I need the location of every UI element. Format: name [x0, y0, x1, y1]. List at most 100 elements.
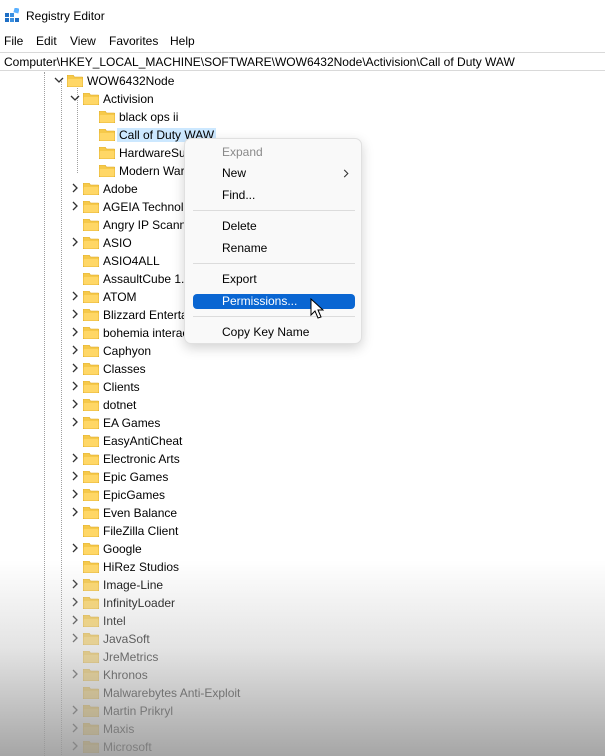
- folder-icon: [83, 687, 99, 699]
- address-bar[interactable]: Computer\HKEY_LOCAL_MACHINE\SOFTWARE\WOW…: [0, 52, 605, 71]
- context-menu-separator: [193, 210, 355, 211]
- tree-node[interactable]: Even Balance: [70, 504, 605, 522]
- registry-editor-icon: [5, 8, 19, 22]
- tree-node[interactable]: black ops ii: [86, 108, 605, 126]
- chevron-right-icon[interactable]: [70, 489, 80, 499]
- tree-node[interactable]: dotnet: [70, 396, 605, 414]
- tree-node[interactable]: HiRez Studios: [70, 558, 605, 576]
- tree-node-label: Even Balance: [103, 506, 178, 520]
- chevron-right-icon[interactable]: [70, 615, 80, 625]
- tree-node-label: AssaultCube 1.3: [103, 272, 192, 286]
- ctx-permissions-item[interactable]: Permissions...: [193, 294, 355, 309]
- ctx-export-item[interactable]: Export: [193, 272, 355, 287]
- chevron-right-icon[interactable]: [70, 723, 80, 733]
- folder-icon: [83, 381, 99, 393]
- tree-node[interactable]: InfinityLoader: [70, 594, 605, 612]
- menu-edit[interactable]: Edit: [36, 34, 57, 48]
- chevron-right-icon[interactable]: [70, 633, 80, 643]
- tree-node[interactable]: EA Games: [70, 414, 605, 432]
- ctx-expand-item[interactable]: Expand: [193, 145, 355, 160]
- menu-view[interactable]: View: [70, 34, 96, 48]
- chevron-right-icon[interactable]: [70, 507, 80, 517]
- chevron-right-icon[interactable]: [70, 417, 80, 427]
- context-menu-label: Permissions...: [222, 294, 298, 308]
- chevron-right-icon[interactable]: [70, 471, 80, 481]
- context-menu-label: Delete: [222, 219, 257, 233]
- chevron-right-icon[interactable]: [70, 597, 80, 607]
- context-menu-label: Rename: [222, 241, 268, 255]
- chevron-right-icon[interactable]: [70, 237, 80, 247]
- chevron-right-icon[interactable]: [70, 201, 80, 211]
- folder-icon: [83, 705, 99, 717]
- tree-node[interactable]: Intel: [70, 612, 605, 630]
- tree-node[interactable]: EasyAntiCheat: [70, 432, 605, 450]
- context-menu-label: New: [222, 166, 247, 180]
- ctx-copy-key-name-item[interactable]: Copy Key Name: [193, 325, 355, 340]
- address-path[interactable]: Computer\HKEY_LOCAL_MACHINE\SOFTWARE\WOW…: [4, 55, 515, 69]
- tree-node[interactable]: Caphyon: [70, 342, 605, 360]
- chevron-right-icon[interactable]: [70, 705, 80, 715]
- ctx-find-item[interactable]: Find...: [193, 188, 355, 203]
- tree-node[interactable]: Image-Line: [70, 576, 605, 594]
- chevron-right-icon[interactable]: [70, 399, 80, 409]
- folder-icon: [83, 273, 99, 285]
- folder-icon: [83, 399, 99, 411]
- chevron-down-icon[interactable]: [70, 93, 80, 103]
- folder-icon: [83, 219, 99, 231]
- tree-node[interactable]: Clients: [70, 378, 605, 396]
- folder-icon: [83, 615, 99, 627]
- folder-icon: [83, 201, 99, 213]
- chevron-right-icon[interactable]: [70, 291, 80, 301]
- menu-favorites[interactable]: Favorites: [109, 34, 158, 48]
- ctx-rename-item[interactable]: Rename: [193, 241, 355, 256]
- chevron-right-icon[interactable]: [70, 363, 80, 373]
- tree-node-label: Maxis: [103, 722, 135, 736]
- tree-node[interactable]: Classes: [70, 360, 605, 378]
- submenu-arrow-icon: [343, 169, 349, 178]
- menu-file[interactable]: File: [4, 34, 23, 48]
- chevron-right-icon[interactable]: [70, 183, 80, 193]
- folder-icon: [83, 93, 99, 105]
- tree-node[interactable]: Electronic Arts: [70, 450, 605, 468]
- chevron-right-icon[interactable]: [70, 309, 80, 319]
- chevron-right-icon[interactable]: [70, 327, 80, 337]
- folder-icon: [83, 525, 99, 537]
- folder-icon: [83, 651, 99, 663]
- tree-node[interactable]: Malwarebytes Anti-Exploit: [70, 684, 605, 702]
- chevron-right-icon[interactable]: [70, 381, 80, 391]
- tree-node[interactable]: FileZilla Client: [70, 522, 605, 540]
- tree-node[interactable]: EpicGames: [70, 486, 605, 504]
- tree-node[interactable]: Maxis: [70, 720, 605, 738]
- ctx-delete-item[interactable]: Delete: [193, 219, 355, 234]
- chevron-right-icon[interactable]: [70, 345, 80, 355]
- chevron-right-icon[interactable]: [70, 453, 80, 463]
- context-menu-separator: [193, 263, 355, 264]
- chevron-right-icon[interactable]: [70, 579, 80, 589]
- chevron-right-icon[interactable]: [70, 669, 80, 679]
- tree-node-label: ATOM: [103, 290, 137, 304]
- tree-node-label: InfinityLoader: [103, 596, 176, 610]
- tree-node[interactable]: Epic Games: [70, 468, 605, 486]
- tree-node[interactable]: Martin Prikryl: [70, 702, 605, 720]
- chevron-right-icon[interactable]: [70, 741, 80, 751]
- tree-node[interactable]: JavaSoft: [70, 630, 605, 648]
- folder-icon: [83, 363, 99, 375]
- tree-node[interactable]: JreMetrics: [70, 648, 605, 666]
- tree-node[interactable]: Activision: [70, 90, 605, 108]
- folder-icon: [83, 327, 99, 339]
- tree-node-label: JavaSoft: [103, 632, 150, 646]
- menu-help[interactable]: Help: [170, 34, 195, 48]
- tree-node-label: Martin Prikryl: [103, 704, 174, 718]
- chevron-right-icon[interactable]: [70, 543, 80, 553]
- tree-node-label: WOW6432Node: [87, 74, 175, 88]
- folder-icon: [83, 507, 99, 519]
- tree-node[interactable]: WOW6432Node: [54, 72, 605, 90]
- tree-node-label: Epic Games: [103, 470, 169, 484]
- chevron-down-icon[interactable]: [54, 75, 64, 85]
- folder-icon: [99, 147, 115, 159]
- tree-node[interactable]: Khronos: [70, 666, 605, 684]
- tree-node[interactable]: Google: [70, 540, 605, 558]
- ctx-new-item[interactable]: New: [193, 166, 355, 181]
- context-menu-label: Copy Key Name: [222, 325, 310, 339]
- tree-node[interactable]: Microsoft: [70, 738, 605, 756]
